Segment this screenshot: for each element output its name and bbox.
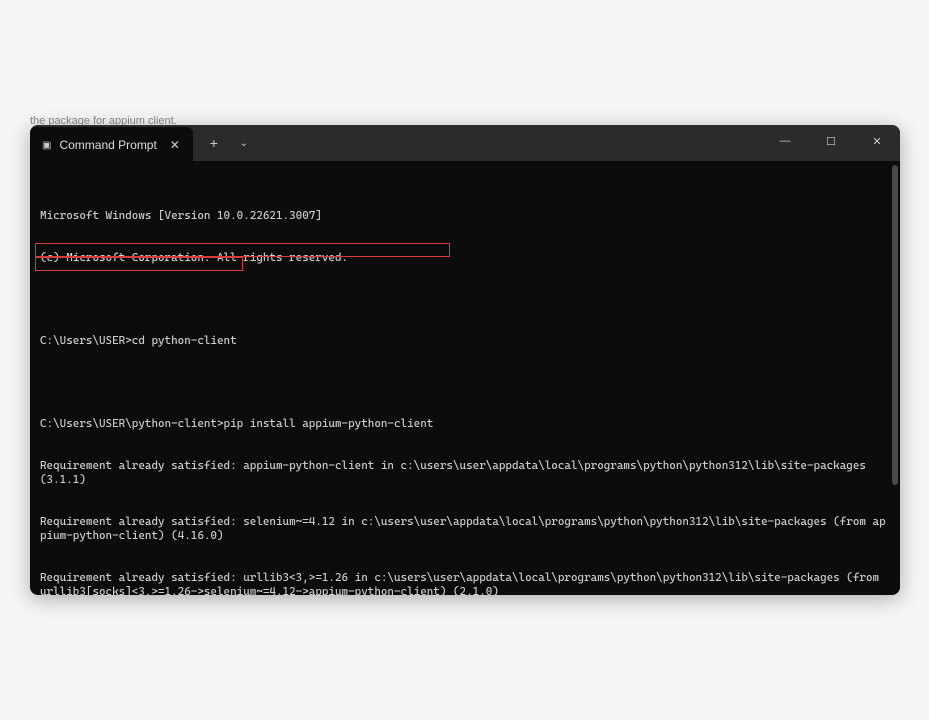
terminal-blank: [40, 293, 890, 306]
terminal-line: Requirement already satisfied: selenium~…: [40, 515, 890, 543]
terminal-line: Requirement already satisfied: urllib3<3…: [40, 571, 890, 595]
terminal-line: Requirement already satisfied: appium-py…: [40, 459, 890, 487]
terminal-blank: [40, 376, 890, 389]
tab-command-prompt[interactable]: ▣ Command Prompt ✕: [30, 127, 193, 163]
maximize-button[interactable]: ☐: [808, 125, 854, 157]
scrollbar[interactable]: [892, 165, 898, 485]
terminal-window: ▣ Command Prompt ✕ + ⌄ — ☐ ✕ Microsoft W…: [30, 125, 900, 595]
new-tab-button[interactable]: +: [199, 128, 229, 158]
terminal-output[interactable]: Microsoft Windows [Version 10.0.22621.30…: [30, 161, 900, 595]
terminal-line: C:\Users\USER\python-client>pip install …: [40, 417, 890, 431]
terminal-line: (c) Microsoft Corporation. All rights re…: [40, 251, 890, 265]
minimize-button[interactable]: —: [762, 125, 808, 157]
close-button[interactable]: ✕: [854, 125, 900, 157]
cmd-icon: ▣: [42, 140, 51, 151]
window-controls: — ☐ ✕: [762, 125, 900, 157]
titlebar[interactable]: ▣ Command Prompt ✕ + ⌄ — ☐ ✕: [30, 125, 900, 161]
tab-dropdown-button[interactable]: ⌄: [229, 128, 259, 158]
tab-close-button[interactable]: ✕: [165, 135, 185, 155]
tab-title: Command Prompt: [59, 138, 156, 152]
terminal-line: Microsoft Windows [Version 10.0.22621.30…: [40, 209, 890, 223]
terminal-line: C:\Users\USER>cd python-client: [40, 334, 890, 348]
